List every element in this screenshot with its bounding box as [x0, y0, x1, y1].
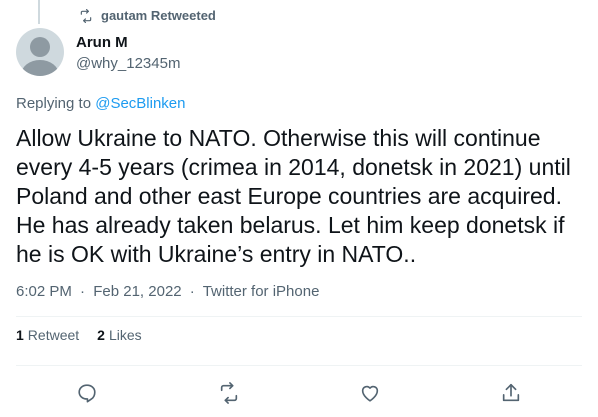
- retweets-count: 1: [16, 327, 24, 343]
- replying-to: Replying to @SecBlinken: [16, 95, 186, 112]
- share-button[interactable]: [500, 382, 522, 404]
- share-icon: [502, 383, 520, 402]
- reply-button[interactable]: [76, 382, 98, 404]
- heart-icon: [361, 385, 379, 402]
- retweet-icon: [80, 8, 92, 23]
- avatar[interactable]: [16, 28, 64, 76]
- retweets-label: Retweet: [27, 327, 80, 343]
- mention-link[interactable]: @SecBlinken: [95, 95, 185, 112]
- meta-separator: ·: [189, 283, 195, 300]
- action-bar: [16, 372, 582, 412]
- author-handle[interactable]: @why_12345m: [76, 55, 180, 72]
- avatar-head-shape: [30, 37, 50, 57]
- social-context-text: gautam Retweeted: [101, 8, 216, 23]
- avatar-body-shape: [21, 60, 59, 76]
- social-context[interactable]: gautam Retweeted: [79, 8, 216, 23]
- likes-stat[interactable]: 2 Likes: [97, 327, 141, 343]
- like-button[interactable]: [359, 382, 381, 404]
- thread-connector-line: [38, 0, 40, 24]
- meta-separator: ·: [80, 283, 86, 300]
- reply-icon: [78, 384, 96, 403]
- tweet-time[interactable]: 6:02 PM: [16, 283, 72, 300]
- replying-prefix: Replying to: [16, 95, 96, 112]
- divider: [16, 365, 582, 366]
- likes-count: 2: [97, 327, 105, 343]
- tweet-date[interactable]: Feb 21, 2022: [93, 283, 181, 300]
- tweet-source[interactable]: Twitter for iPhone: [203, 283, 320, 300]
- likes-label: Likes: [108, 327, 142, 343]
- retweet-button[interactable]: [218, 382, 240, 404]
- tweet-text: Allow Ukraine to NATO. Otherwise this wi…: [16, 125, 571, 267]
- retweets-stat[interactable]: 1 Retweet: [16, 327, 79, 343]
- tweet-meta: 6:02 PM · Feb 21, 2022 · Twitter for iPh…: [16, 283, 319, 300]
- divider: [16, 316, 582, 317]
- tweet-stats: 1 Retweet 2 Likes: [16, 327, 142, 343]
- author-name[interactable]: Arun M: [76, 34, 128, 51]
- retweet-icon: [220, 382, 238, 404]
